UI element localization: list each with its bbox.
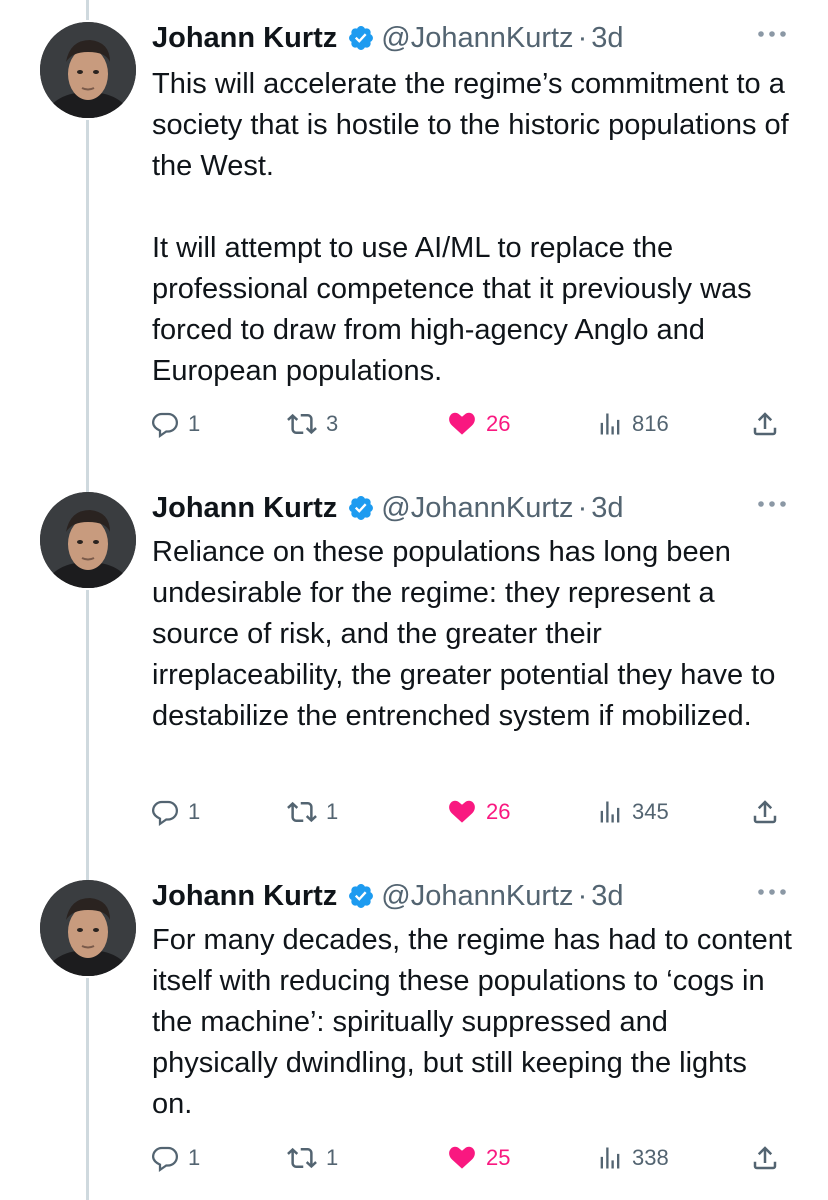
retweet-button[interactable]: 3 — [286, 404, 338, 444]
avatar[interactable] — [40, 492, 136, 588]
retweet-count: 1 — [326, 799, 339, 824]
retweet-icon — [286, 1143, 318, 1173]
views-button[interactable]: 338 — [596, 1138, 669, 1178]
reply-icon — [150, 409, 180, 439]
tweet-text: This will accelerate the regime’s commit… — [152, 64, 792, 392]
author-handle[interactable]: @JohannKurtz — [381, 876, 573, 916]
share-icon — [750, 797, 780, 827]
tweet-header: Johann Kurtz @JohannKurtz · 3d — [152, 488, 788, 528]
reply-button[interactable]: 1 — [150, 792, 200, 832]
tweet-paragraph: For many decades, the regime has had to … — [152, 924, 792, 1120]
share-button[interactable] — [750, 404, 780, 444]
views-count: 816 — [632, 411, 669, 436]
tweet-paragraph: It will attempt to use AI/ML to replace … — [152, 232, 752, 387]
separator-dot: · — [577, 22, 588, 54]
author-name[interactable]: Johann Kurtz — [152, 488, 337, 528]
avatar[interactable] — [40, 22, 136, 118]
thread-connector — [86, 978, 89, 1200]
more-options-icon[interactable] — [754, 492, 790, 516]
reply-count: 1 — [188, 799, 201, 824]
heart-icon — [446, 1143, 478, 1173]
reply-button[interactable]: 1 — [150, 1138, 200, 1178]
tweet-text: Reliance on these populations has long b… — [152, 532, 792, 737]
author-handle[interactable]: @JohannKurtz — [381, 488, 573, 528]
timestamp[interactable]: 3d — [591, 876, 623, 916]
more-options-icon[interactable] — [754, 880, 790, 904]
views-count: 338 — [632, 1145, 669, 1170]
retweet-button[interactable]: 1 — [286, 792, 338, 832]
like-button[interactable]: 26 — [446, 404, 510, 444]
tweet-actions: 1 1 26 345 — [150, 792, 790, 832]
timestamp[interactable]: 3d — [591, 18, 623, 58]
like-count: 26 — [486, 411, 511, 436]
tweet-actions: 1 3 26 816 — [150, 404, 790, 444]
reply-count: 1 — [188, 1145, 201, 1170]
thread-connector-top — [86, 0, 89, 20]
separator-dot: · — [577, 880, 588, 912]
heart-icon — [446, 797, 478, 827]
author-name[interactable]: Johann Kurtz — [152, 876, 337, 916]
share-button[interactable] — [750, 792, 780, 832]
heart-icon — [446, 409, 478, 439]
views-icon — [596, 797, 624, 827]
retweet-icon — [286, 409, 318, 439]
like-button[interactable]: 26 — [446, 792, 510, 832]
like-count: 25 — [486, 1145, 511, 1170]
thread-connector — [86, 120, 89, 492]
retweet-count: 3 — [326, 411, 339, 436]
verified-badge-icon — [347, 494, 375, 522]
reply-count: 1 — [188, 411, 201, 436]
reply-button[interactable]: 1 — [150, 404, 200, 444]
retweet-count: 1 — [326, 1145, 339, 1170]
tweet-header: Johann Kurtz @JohannKurtz · 3d — [152, 876, 788, 916]
like-count: 26 — [486, 799, 511, 824]
share-icon — [750, 1143, 780, 1173]
views-button[interactable]: 816 — [596, 404, 669, 444]
share-icon — [750, 409, 780, 439]
views-button[interactable]: 345 — [596, 792, 669, 832]
tweet-header: Johann Kurtz @JohannKurtz · 3d — [152, 18, 788, 58]
timestamp[interactable]: 3d — [591, 488, 623, 528]
like-button[interactable]: 25 — [446, 1138, 510, 1178]
share-button[interactable] — [750, 1138, 780, 1178]
tweet-paragraph: Reliance on these populations has long b… — [152, 536, 776, 732]
more-options-icon[interactable] — [754, 22, 790, 46]
tweet-text: For many decades, the regime has had to … — [152, 920, 792, 1125]
retweet-button[interactable]: 1 — [286, 1138, 338, 1178]
views-icon — [596, 1143, 624, 1173]
thread-feed: Johann Kurtz @JohannKurtz · 3d This will… — [0, 0, 828, 1200]
tweet-actions: 1 1 25 338 — [150, 1138, 790, 1178]
views-count: 345 — [632, 799, 669, 824]
thread-connector — [86, 590, 89, 882]
retweet-icon — [286, 797, 318, 827]
reply-icon — [150, 797, 180, 827]
tweet-paragraph: This will accelerate the regime’s commit… — [152, 68, 789, 182]
author-name[interactable]: Johann Kurtz — [152, 18, 337, 58]
author-handle[interactable]: @JohannKurtz — [381, 18, 573, 58]
separator-dot: · — [577, 492, 588, 524]
views-icon — [596, 409, 624, 439]
verified-badge-icon — [347, 882, 375, 910]
avatar[interactable] — [40, 880, 136, 976]
verified-badge-icon — [347, 24, 375, 52]
reply-icon — [150, 1143, 180, 1173]
